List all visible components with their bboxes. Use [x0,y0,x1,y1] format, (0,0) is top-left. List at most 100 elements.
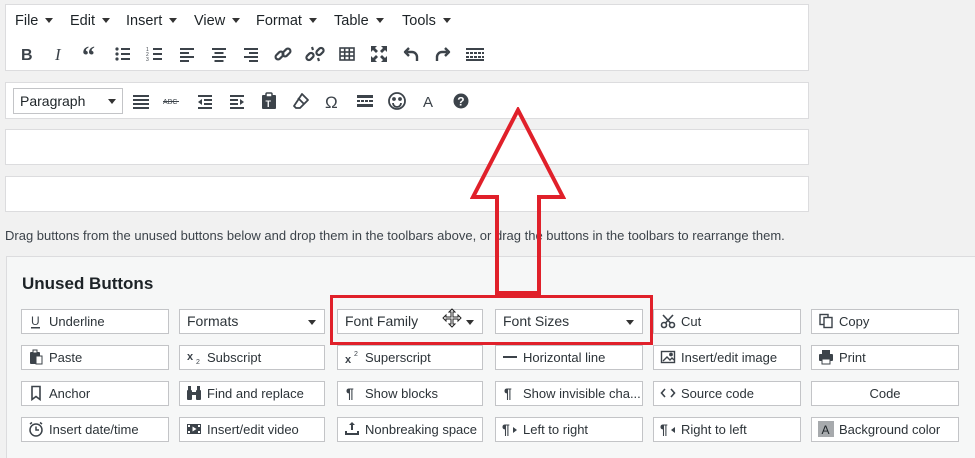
numbered-list-icon[interactable]: 123 [145,44,165,64]
unused-button-insert-date-time[interactable]: Insert date/time [21,417,169,442]
menu-insert[interactable]: Insert [126,5,178,38]
redo-icon[interactable] [433,44,453,64]
unused-button-show-blocks[interactable]: ¶ Show blocks [337,381,483,406]
paste-icon [28,349,44,365]
unused-button-code[interactable]: Code [811,381,959,406]
menu-format[interactable]: Format [256,5,317,38]
svg-text:U: U [31,314,40,328]
anchor-icon [28,385,44,401]
svg-text:Ω: Ω [325,93,338,111]
unused-button-right-to-left[interactable]: ¶ Right to left [653,417,801,442]
align-left-icon[interactable] [177,44,197,64]
caret-down-icon [102,18,110,23]
binoculars-icon [186,385,202,401]
unused-button-label: Underline [49,314,105,329]
unused-button-label: Find and replace [207,386,304,401]
superscript-icon: x2 [344,349,360,365]
link-icon[interactable] [273,44,293,64]
toolbar-empty-3[interactable] [5,129,809,165]
unused-button-label: Print [839,350,866,365]
menu-table[interactable]: Table [334,5,384,38]
indent-icon[interactable] [227,91,247,111]
toolbar-primary: B I “ 123 [5,36,809,71]
menu-tools[interactable]: Tools [402,5,451,38]
fullscreen-icon[interactable] [369,44,389,64]
unused-buttons-title: Unused Buttons [22,274,154,293]
unused-button-cut[interactable]: Cut [653,309,801,334]
print-icon [818,349,834,365]
paste-as-text-icon[interactable]: T [259,91,279,111]
svg-text:¶: ¶ [504,385,512,401]
menu-edit[interactable]: Edit [70,5,110,38]
emoticons-icon[interactable] [387,91,407,111]
svg-text:I: I [54,45,62,64]
video-icon [186,421,202,437]
svg-text:B: B [21,47,33,64]
unused-button-copy[interactable]: Copy [811,309,959,334]
unused-button-label: Insert date/time [49,422,139,437]
align-right-icon[interactable] [241,44,261,64]
outdent-icon[interactable] [195,91,215,111]
nbsp-icon [344,421,360,437]
unused-button-label: Show invisible cha... [523,386,641,401]
unused-button-subscript[interactable]: x 2 Subscript [179,345,325,370]
special-character-icon[interactable]: Ω [323,91,343,111]
caret-down-icon [232,18,241,23]
strikethrough-icon[interactable]: ABC [163,91,183,111]
svg-text:¶: ¶ [660,421,668,437]
table-icon[interactable] [337,44,357,64]
unused-button-paste[interactable]: Paste [21,345,169,370]
unused-button-insert-edit-video[interactable]: Insert/edit video [179,417,325,442]
paragraph-format-select[interactable]: Paragraph [13,88,123,114]
unused-button-label: Superscript [365,350,431,365]
menu-view[interactable]: View [194,5,241,38]
unlink-icon[interactable] [305,44,325,64]
menu-label: Format [256,13,302,29]
help-text: Drag buttons from the unused buttons bel… [5,228,785,243]
toolbar-empty-4[interactable] [5,176,809,212]
read-more-icon[interactable] [355,91,375,111]
unused-button-left-to-right[interactable]: ¶ Left to right [495,417,643,442]
pilcrow-icon: ¶ [502,385,518,401]
unused-button-print[interactable]: Print [811,345,959,370]
menu-label: Table [334,13,369,29]
text-color-icon[interactable]: A [419,91,439,111]
justify-icon[interactable] [131,91,151,111]
image-icon [660,349,676,365]
align-center-icon[interactable] [209,44,229,64]
unused-button-label: Code [869,386,901,401]
menu-label: Tools [402,13,436,29]
unused-button-superscript[interactable]: x 2 Superscript [337,345,483,370]
unused-button-label: Insert/edit video [207,422,299,437]
unused-button-nonbreaking-space[interactable]: Nonbreaking space [337,417,483,442]
unused-button-find-and-replace[interactable]: Find and replace [179,381,325,406]
caret-down-icon [308,320,316,325]
clear-formatting-icon[interactable] [291,91,311,111]
svg-text:¶: ¶ [346,385,354,401]
italic-icon[interactable]: I [49,44,69,64]
toolbar-toggle-icon[interactable] [465,44,485,64]
unused-button-horizontal-line[interactable]: Horizontal line [495,345,643,370]
bullet-list-icon[interactable] [113,44,133,64]
undo-icon[interactable] [401,44,421,64]
unused-button-label: Right to left [681,422,747,437]
unused-button-anchor[interactable]: Anchor [21,381,169,406]
unused-button-insert-edit-image[interactable]: Insert/edit image [653,345,801,370]
unused-button-underline[interactable]: U Underline [21,309,169,334]
up-arrow-annotation [470,107,566,295]
unused-button-label: Horizontal line [523,350,606,365]
blockquote-icon[interactable]: “ [81,44,101,64]
unused-button-label: Left to right [523,422,589,437]
svg-text:“: “ [82,44,95,64]
svg-text:T: T [266,99,272,109]
unused-button-background-color[interactable]: A Background color [811,417,959,442]
unused-button-source-code[interactable]: Source code [653,381,801,406]
bold-icon[interactable]: B [17,44,37,64]
unused-button-formats[interactable]: Formats [179,309,325,334]
menu-file[interactable]: File [15,5,54,38]
unused-button-show-invisible-cha[interactable]: ¶ Show invisible cha... [495,381,643,406]
caret-down-icon [45,18,54,23]
unused-button-label: Subscript [207,350,262,365]
help-icon[interactable]: ? [451,91,471,111]
svg-text:3: 3 [146,57,149,63]
